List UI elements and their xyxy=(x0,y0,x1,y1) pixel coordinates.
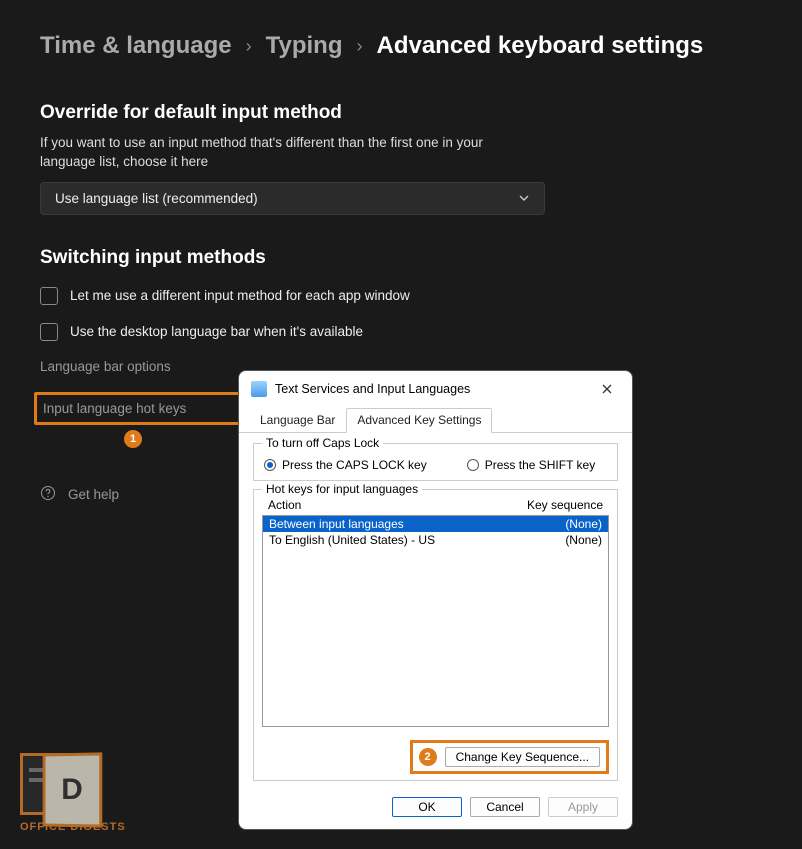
list-row[interactable]: To English (United States) - US (None) xyxy=(263,532,608,548)
tab-advanced-key-settings[interactable]: Advanced Key Settings xyxy=(346,408,492,433)
radio-caps-lock[interactable]: Press the CAPS LOCK key xyxy=(264,458,427,472)
breadcrumb: Time & language › Typing › Advanced keyb… xyxy=(0,0,802,70)
checkbox-row-per-app[interactable]: Let me use a different input method for … xyxy=(40,287,762,305)
list-header: Action Key sequence xyxy=(262,498,609,515)
dialog-footer: OK Cancel Apply xyxy=(239,787,632,829)
dialog-titlebar[interactable]: Text Services and Input Languages xyxy=(239,371,632,405)
checkbox-row-langbar[interactable]: Use the desktop language bar when it's a… xyxy=(40,323,762,341)
input-method-dropdown[interactable]: Use language list (recommended) xyxy=(40,182,545,215)
list-seq: (None) xyxy=(565,533,602,547)
annotation-highlight-1: Input language hot keys xyxy=(34,392,249,425)
cancel-button[interactable]: Cancel xyxy=(470,797,540,817)
tab-language-bar[interactable]: Language Bar xyxy=(249,408,346,433)
change-key-sequence-button[interactable]: Change Key Sequence... xyxy=(445,747,600,767)
help-icon xyxy=(40,485,56,504)
radio-shift-label: Press the SHIFT key xyxy=(485,458,595,472)
radio-icon xyxy=(264,459,276,471)
checkbox-langbar-label: Use the desktop language bar when it's a… xyxy=(70,324,363,339)
annotation-highlight-2: 2 Change Key Sequence... xyxy=(410,740,609,774)
switching-section-title: Switching input methods xyxy=(40,247,762,269)
dialog-tabs: Language Bar Advanced Key Settings xyxy=(239,407,632,433)
caps-lock-legend: To turn off Caps Lock xyxy=(262,436,383,450)
breadcrumb-level2[interactable]: Typing xyxy=(266,32,343,60)
hotkeys-legend: Hot keys for input languages xyxy=(262,482,422,496)
dialog-title: Text Services and Input Languages xyxy=(275,382,592,396)
annotation-badge-2: 2 xyxy=(419,748,437,766)
apply-button: Apply xyxy=(548,797,618,817)
checkbox-per-app[interactable] xyxy=(40,287,58,305)
list-action: To English (United States) - US xyxy=(269,533,435,547)
list-row[interactable]: Between input languages (None) xyxy=(263,516,608,532)
chevron-right-icon: › xyxy=(246,36,252,57)
radio-icon xyxy=(467,459,479,471)
dropdown-value: Use language list (recommended) xyxy=(55,191,258,206)
dialog-body: To turn off Caps Lock Press the CAPS LOC… xyxy=(239,433,632,787)
dialog-icon xyxy=(251,381,267,397)
text-services-dialog: Text Services and Input Languages Langua… xyxy=(238,370,633,830)
checkbox-langbar[interactable] xyxy=(40,323,58,341)
col-action: Action xyxy=(268,498,301,512)
list-action: Between input languages xyxy=(269,517,404,531)
link-input-language-hotkeys[interactable]: Input language hot keys xyxy=(43,401,186,416)
checkbox-per-app-label: Let me use a different input method for … xyxy=(70,288,410,303)
override-section-title: Override for default input method xyxy=(40,102,762,124)
hotkeys-list[interactable]: Between input languages (None) To Englis… xyxy=(262,515,609,727)
chevron-down-icon xyxy=(518,192,530,204)
close-icon[interactable] xyxy=(592,379,622,399)
ok-button[interactable]: OK xyxy=(392,797,462,817)
breadcrumb-level3: Advanced keyboard settings xyxy=(376,32,703,60)
breadcrumb-level1[interactable]: Time & language xyxy=(40,32,232,60)
radio-caps-label: Press the CAPS LOCK key xyxy=(282,458,427,472)
annotation-badge-1: 1 xyxy=(124,430,142,448)
watermark: D OFFICE DIGESTS xyxy=(20,753,126,833)
col-key-sequence: Key sequence xyxy=(527,498,603,512)
chevron-right-icon: › xyxy=(356,36,362,57)
list-seq: (None) xyxy=(565,517,602,531)
caps-lock-group: To turn off Caps Lock Press the CAPS LOC… xyxy=(253,443,618,481)
radio-shift[interactable]: Press the SHIFT key xyxy=(467,458,595,472)
override-description: If you want to use an input method that'… xyxy=(40,134,500,172)
watermark-icon: D xyxy=(43,752,103,827)
get-help-label: Get help xyxy=(68,487,119,502)
hotkeys-group: Hot keys for input languages Action Key … xyxy=(253,489,618,781)
